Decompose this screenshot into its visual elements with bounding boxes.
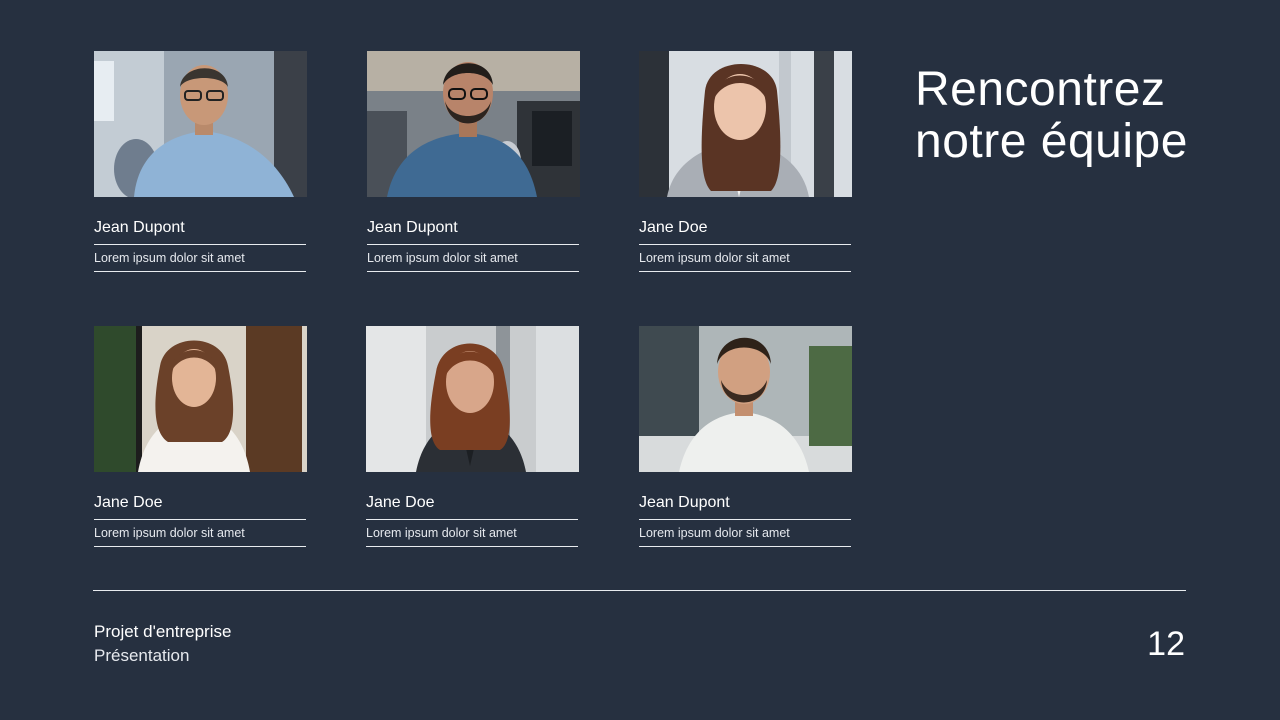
team-member-photo xyxy=(639,326,852,472)
divider xyxy=(367,271,579,272)
team-member-name: Jane Doe xyxy=(366,494,435,511)
divider xyxy=(639,244,851,245)
footer-company: Projet d'entreprise xyxy=(94,622,232,641)
team-card: Jean Dupont Lorem ipsum dolor sit amet xyxy=(94,51,307,272)
slide-title: Rencontrez notre équipe xyxy=(915,64,1188,168)
footer-subtitle: Présentation xyxy=(94,646,190,665)
team-member-photo xyxy=(367,51,580,197)
divider xyxy=(94,244,306,245)
divider xyxy=(94,519,306,520)
team-member-role: Lorem ipsum dolor sit amet xyxy=(367,251,518,265)
team-card: Jean Dupont Lorem ipsum dolor sit amet xyxy=(639,326,852,547)
team-member-role: Lorem ipsum dolor sit amet xyxy=(639,251,790,265)
divider xyxy=(366,519,578,520)
team-member-name: Jean Dupont xyxy=(94,219,185,236)
divider xyxy=(639,519,851,520)
divider xyxy=(366,546,578,547)
team-member-photo xyxy=(366,326,579,472)
divider xyxy=(94,546,306,547)
team-member-name: Jane Doe xyxy=(94,494,163,511)
page-number: 12 xyxy=(1147,625,1185,663)
team-card: Jean Dupont Lorem ipsum dolor sit amet xyxy=(367,51,580,272)
team-member-role: Lorem ipsum dolor sit amet xyxy=(94,251,245,265)
team-card: Jane Doe Lorem ipsum dolor sit amet xyxy=(366,326,579,547)
woman-long-hair-office-photo xyxy=(639,51,852,197)
team-member-photo xyxy=(639,51,852,197)
divider xyxy=(367,244,579,245)
divider xyxy=(94,271,306,272)
team-member-role: Lorem ipsum dolor sit amet xyxy=(366,526,517,540)
team-member-name: Jane Doe xyxy=(639,219,708,236)
team-member-role: Lorem ipsum dolor sit amet xyxy=(94,526,245,540)
team-member-name: Jean Dupont xyxy=(367,219,458,236)
team-card: Jane Doe Lorem ipsum dolor sit amet xyxy=(94,326,307,547)
woman-white-blouse-photo xyxy=(94,326,307,472)
slide-title-line: Rencontrez xyxy=(915,63,1166,116)
team-member-name: Jean Dupont xyxy=(639,494,730,511)
man-smiling-white-shirt-photo xyxy=(639,326,852,472)
divider xyxy=(639,546,851,547)
slide: Jean Dupont Lorem ipsum dolor sit amet J… xyxy=(0,0,1280,720)
team-member-role: Lorem ipsum dolor sit amet xyxy=(639,526,790,540)
man-beard-glasses-office-photo xyxy=(367,51,580,197)
divider xyxy=(639,271,851,272)
woman-dark-blazer-photo xyxy=(366,326,579,472)
man-glasses-office-photo xyxy=(94,51,307,197)
footer-divider xyxy=(93,590,1186,591)
team-card: Jane Doe Lorem ipsum dolor sit amet xyxy=(639,51,852,272)
slide-title-line: notre équipe xyxy=(915,115,1188,168)
team-member-photo xyxy=(94,326,307,472)
team-member-photo xyxy=(94,51,307,197)
